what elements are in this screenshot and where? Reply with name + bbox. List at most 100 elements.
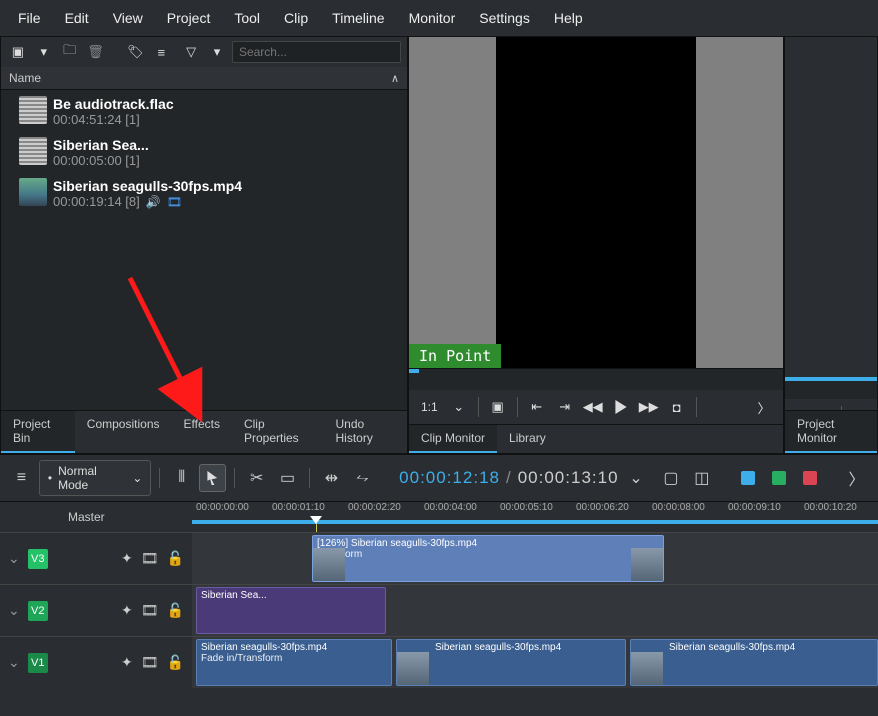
menu-monitor[interactable]: Monitor <box>397 4 468 32</box>
bullet-icon: • <box>48 471 52 485</box>
zoom-dropdown-icon[interactable]: ⌄ <box>446 394 472 420</box>
bin-item[interactable]: Siberian Sea... 00:00:05:00 [1] <box>1 133 407 174</box>
go-end-icon[interactable]: ⇥ <box>552 394 578 420</box>
clip[interactable]: Siberian seagulls-30fps.mp4 Fade in/Tran… <box>196 639 392 686</box>
menu-project[interactable]: Project <box>155 4 223 32</box>
tab-project-monitor[interactable]: Project Monitor <box>785 411 877 453</box>
edit-mode-select[interactable]: • Normal Mode ⌄ <box>39 460 151 496</box>
track-compositing-icon[interactable]: ⫴ <box>168 464 195 492</box>
crop-icon[interactable]: ◘ <box>664 394 690 420</box>
menu-edit[interactable]: Edit <box>53 4 101 32</box>
favorite-red-icon[interactable] <box>797 464 824 492</box>
menu-tool[interactable]: Tool <box>222 4 272 32</box>
tag-icon[interactable]: 🏷 <box>124 41 146 63</box>
pointer-tool-icon[interactable] <box>199 464 226 492</box>
expand-icon[interactable]: ⌄ <box>8 654 20 671</box>
filter-dropdown-icon[interactable]: ▾ <box>206 41 228 63</box>
list-icon[interactable]: ≡ <box>150 41 172 63</box>
spacer-tool-icon[interactable]: ▭ <box>274 464 301 492</box>
timeline-tracks[interactable]: 00:00:00:00 00:00:01:10 00:00:02:20 00:0… <box>192 502 878 688</box>
clip-effect: Transform <box>317 549 659 560</box>
timecode-display[interactable]: 00:00:12:18/00:00:13:10 <box>399 468 618 488</box>
tab-project-bin[interactable]: Project Bin <box>1 411 75 453</box>
delete-icon[interactable]: 🗑 <box>85 41 107 63</box>
add-clip-button[interactable]: ▣ <box>7 41 29 63</box>
mode-label: Normal Mode <box>58 464 126 492</box>
timecode-duration: 00:00:13:10 <box>518 468 619 487</box>
set-in-icon[interactable]: ▣ <box>485 394 511 420</box>
track-header-v1[interactable]: ⌄ V1 ✦ 🎞 🔓 <box>0 636 192 688</box>
tab-undo-history[interactable]: Undo History <box>324 411 408 453</box>
menu-settings[interactable]: Settings <box>467 4 542 32</box>
effects-icon[interactable]: ✦ <box>121 654 133 671</box>
clip-title: Siberian seagulls-30fps.mp4 <box>201 642 327 653</box>
overflow-icon[interactable]: 〉 <box>843 464 870 492</box>
expand-icon[interactable]: ⌄ <box>8 550 20 567</box>
clip[interactable]: Siberian seagulls-30fps.mp4 <box>630 639 878 686</box>
ruler-tick: 00:00:06:20 <box>576 502 629 513</box>
clip[interactable]: [126%] Siberian seagulls-30fps.mp4 Trans… <box>312 535 664 582</box>
lock-icon[interactable]: 🔓 <box>167 654 184 671</box>
menu-file[interactable]: File <box>6 4 53 32</box>
lock-icon[interactable]: 🔓 <box>167 550 184 567</box>
menu-timeline[interactable]: Timeline <box>320 4 396 32</box>
lock-icon[interactable]: 🔓 <box>167 602 184 619</box>
favorite-blue-icon[interactable] <box>735 464 762 492</box>
menu-help[interactable]: Help <box>542 4 595 32</box>
track-v3[interactable]: [126%] Siberian seagulls-30fps.mp4 Trans… <box>192 532 878 584</box>
track-header-v3[interactable]: ⌄ V3 ✦ 🎞 🔓 <box>0 532 192 584</box>
menu-view[interactable]: View <box>101 4 155 32</box>
playhead-icon[interactable] <box>310 516 322 524</box>
bin-name-header[interactable]: Name ∧ <box>1 67 407 90</box>
more-icon[interactable]: 〉 <box>751 394 777 420</box>
snap-icon[interactable]: ⇹ <box>318 464 345 492</box>
add-dropdown-icon[interactable]: ▾ <box>33 41 55 63</box>
forward-icon[interactable]: ▶▶ <box>636 394 662 420</box>
film-icon[interactable]: 🎞 <box>141 550 159 567</box>
tab-effects[interactable]: Effects <box>172 411 232 453</box>
timeline-ruler[interactable]: 00:00:00:00 00:00:01:10 00:00:02:20 00:0… <box>192 502 878 532</box>
film-icon[interactable]: 🎞 <box>141 654 159 671</box>
tab-compositions[interactable]: Compositions <box>75 411 172 453</box>
expand-icon[interactable]: ⌄ <box>8 602 20 619</box>
rewind-icon[interactable]: ◀◀ <box>580 394 606 420</box>
monitor-view[interactable]: In Point <box>409 37 783 368</box>
project-monitor-panel: 1:1 ⌄ ↘ Project Monitor <box>784 36 878 454</box>
go-start-icon[interactable]: ⇤ <box>524 394 550 420</box>
clip-title: Siberian Sea... <box>201 590 267 601</box>
tab-clip-monitor[interactable]: Clip Monitor <box>409 425 497 453</box>
clip[interactable]: Siberian seagulls-30fps.mp4 <box>396 639 626 686</box>
ruler-tick: 00:00:00:00 <box>196 502 249 513</box>
hamburger-icon[interactable]: ≡ <box>8 464 35 492</box>
search-input[interactable] <box>232 41 401 63</box>
monitor-ruler[interactable] <box>409 368 783 390</box>
folder-icon[interactable]: 🗀 <box>59 41 81 63</box>
tab-clip-properties[interactable]: Clip Properties <box>232 411 324 453</box>
menu-clip[interactable]: Clip <box>272 4 320 32</box>
tab-library[interactable]: Library <box>497 425 558 453</box>
timecode-dropdown-icon[interactable]: ⌄ <box>623 464 650 492</box>
bin-item[interactable]: Siberian seagulls-30fps.mp4 00:00:19:14 … <box>1 174 407 215</box>
effects-icon[interactable]: ✦ <box>121 602 133 619</box>
filter-icon[interactable]: ▽ <box>180 41 202 63</box>
audio-badge-icon: 🔊 <box>146 195 161 209</box>
timeline: Master ⌄ V3 ✦ 🎞 🔓 ⌄ V2 ✦ 🎞 🔓 ⌄ V1 ✦ <box>0 502 878 688</box>
snap-point-icon[interactable]: ⥊ <box>349 464 376 492</box>
clip[interactable]: Siberian Sea... <box>196 587 386 634</box>
zoom-ratio-label[interactable]: 1:1 <box>415 394 444 420</box>
track-header-v2[interactable]: ⌄ V2 ✦ 🎞 🔓 <box>0 584 192 636</box>
extract-icon[interactable]: ◫ <box>688 464 715 492</box>
track-v1[interactable]: Siberian seagulls-30fps.mp4 Fade in/Tran… <box>192 636 878 688</box>
razor-tool-icon[interactable]: ✂ <box>243 464 270 492</box>
bin-item-meta: 00:00:05:00 [1] <box>53 153 149 168</box>
clip-monitor-panel: In Point 1:1 ⌄ ▣ ⇤ ⇥ ◀◀ ▶▶ ◘ 〉 Clip Moni… <box>408 36 784 454</box>
lift-icon[interactable]: ▢ <box>657 464 684 492</box>
track-v2[interactable]: Siberian Sea... <box>192 584 878 636</box>
play-icon[interactable] <box>608 394 634 420</box>
film-icon[interactable]: 🎞 <box>141 602 159 619</box>
effects-icon[interactable]: ✦ <box>121 550 133 567</box>
bin-item[interactable]: Be audiotrack.flac 00:04:51:24 [1] <box>1 92 407 133</box>
bin-item-meta: 00:04:51:24 [1] <box>53 112 174 127</box>
favorite-green-icon[interactable] <box>766 464 793 492</box>
project-monitor-ruler[interactable] <box>785 377 877 399</box>
